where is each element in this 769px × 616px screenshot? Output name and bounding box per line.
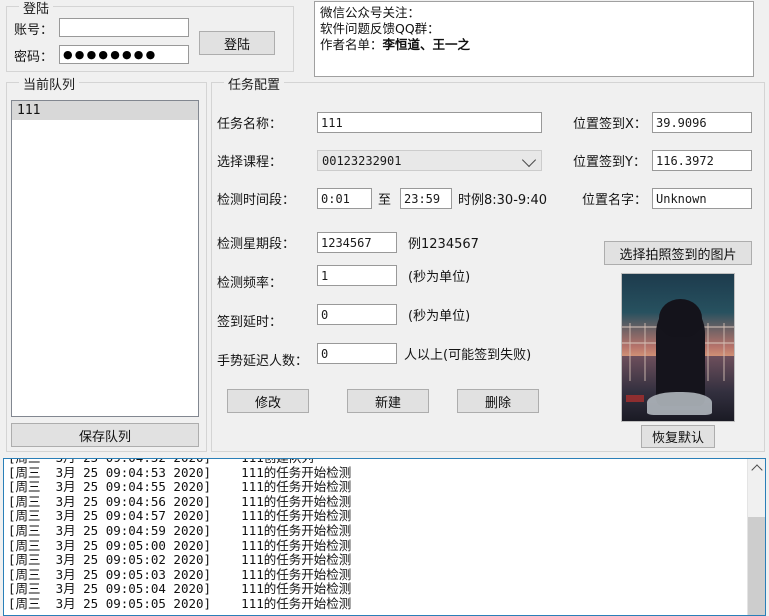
time-range-hint: 时例8:30-9:40 — [458, 193, 548, 208]
weekday-hint: 例1234567 — [408, 237, 479, 252]
time-range-label: 检测时间段： — [217, 193, 296, 208]
frequency-label: 检测频率： — [217, 276, 283, 291]
modify-button[interactable]: 修改 — [227, 389, 309, 413]
info-textarea[interactable]: 微信公众号关注： 软件问题反馈QQ群： 作者名单：李恒道、王一之 — [314, 1, 754, 77]
log-scrollbar[interactable] — [747, 459, 765, 615]
picture-city-light — [626, 394, 645, 402]
gesture-delay-hint: 人以上(可能签到失败) — [404, 348, 532, 363]
location-name-label: 位置名字： — [582, 193, 648, 208]
signin-delay-label: 签到延时： — [217, 315, 283, 330]
account-input[interactable] — [59, 18, 189, 37]
task-name-input[interactable]: 111 — [317, 112, 542, 133]
course-select[interactable]: 00123232901 — [317, 150, 542, 171]
info-line-1: 微信公众号关注： — [320, 5, 421, 20]
signin-delay-hint: (秒为单位) — [408, 309, 471, 324]
location-x-label: 位置签到X： — [573, 117, 647, 132]
weekday-label: 检测星期段： — [217, 237, 296, 252]
info-line-2: 软件问题反馈QQ群： — [320, 21, 440, 36]
login-group-title: 登陆 — [19, 0, 54, 17]
location-x-input[interactable]: 39.9096 — [652, 112, 752, 133]
scrollbar-thumb[interactable] — [748, 517, 765, 615]
course-label: 选择课程： — [217, 155, 283, 170]
log-textarea[interactable]: [周三 3月 25 09:04:52 2020] 111创建队列 [周三 3月 … — [3, 458, 766, 616]
chevron-down-icon — [521, 152, 537, 167]
weekday-input[interactable]: 1234567 — [317, 232, 397, 253]
choose-picture-button[interactable]: 选择拍照签到的图片 — [604, 241, 752, 265]
author-names: 李恒道、王一之 — [382, 37, 471, 52]
location-y-label: 位置签到Y： — [573, 155, 646, 170]
task-name-label: 任务名称： — [217, 117, 283, 132]
password-label: 密码： — [14, 50, 54, 65]
login-button[interactable]: 登陆 — [199, 31, 275, 55]
signin-picture-preview[interactable] — [621, 273, 735, 422]
list-item[interactable]: 111 — [12, 101, 198, 120]
time-start-input[interactable]: 0:01 — [317, 188, 372, 209]
password-input[interactable]: ●●●●●●●● — [59, 45, 189, 64]
save-queue-button[interactable]: 保存队列 — [11, 423, 199, 447]
signin-delay-input[interactable]: 0 — [317, 304, 397, 325]
scroll-up-icon[interactable] — [750, 464, 763, 476]
time-range-separator: 至 — [378, 193, 392, 208]
picture-person-lap — [646, 391, 712, 416]
frequency-input[interactable]: 1 — [317, 265, 397, 286]
queue-group-title: 当前队列 — [19, 74, 80, 93]
course-selected-value: 00123232901 — [322, 153, 402, 168]
location-y-input[interactable]: 116.3972 — [652, 150, 752, 171]
log-lines: [周三 3月 25 09:04:52 2020] 111创建队列 [周三 3月 … — [8, 459, 352, 611]
gesture-delay-input[interactable]: 0 — [317, 343, 397, 364]
account-label: 账号： — [14, 23, 54, 38]
queue-listbox[interactable]: 111 — [11, 100, 199, 417]
location-name-input[interactable]: Unknown — [652, 188, 752, 209]
restore-default-button[interactable]: 恢复默认 — [641, 425, 715, 448]
time-end-input[interactable]: 23:59 — [400, 188, 452, 209]
gesture-delay-label: 手势延迟人数： — [217, 354, 309, 369]
picture-person-hair — [658, 298, 702, 338]
frequency-hint: (秒为单位) — [408, 270, 471, 285]
new-button[interactable]: 新建 — [347, 389, 429, 413]
author-list-label: 作者名单： — [320, 37, 383, 52]
delete-button[interactable]: 删除 — [457, 389, 539, 413]
info-line-3: 作者名单：李恒道、王一之 — [320, 37, 748, 53]
application-window: 登陆 账号： 密码： ●●●●●●●● 登陆 微信公众号关注： 软件问题反馈QQ… — [0, 0, 769, 616]
task-config-group-title: 任务配置 — [224, 74, 285, 93]
